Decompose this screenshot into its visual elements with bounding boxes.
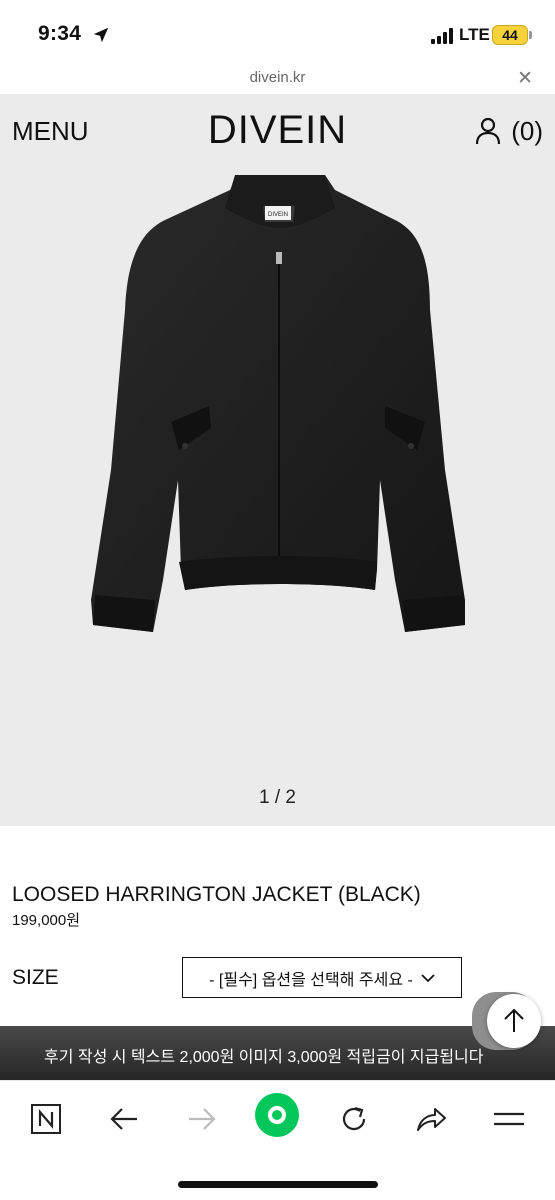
size-select-value[interactable]: - [필수] 옵션을 선택해 주세요 -	[209, 966, 413, 990]
site-logo[interactable]: DIVEIN	[0, 108, 555, 153]
green-dot-icon[interactable]	[267, 1105, 287, 1125]
reload-button[interactable]	[332, 1099, 376, 1139]
green-action-button[interactable]	[255, 1093, 299, 1137]
reload-icon[interactable]	[339, 1104, 369, 1134]
review-banner[interactable]: 후기 작성 시 텍스트 2,000원 이미지 3,000원 적립금이 지급됩니다	[0, 1026, 555, 1080]
user-icon[interactable]	[475, 117, 501, 145]
jacket-product-image: DIVEIN	[91, 175, 465, 632]
naver-icon[interactable]	[30, 1103, 62, 1135]
share-icon[interactable]	[415, 1105, 447, 1133]
network-label: LTE	[459, 25, 490, 44]
scroll-top-button[interactable]	[487, 994, 541, 1048]
menu-icon[interactable]	[493, 1109, 525, 1129]
gallery-pager: 1 / 2	[259, 787, 296, 808]
product-name: LOOSED HARRINGTON JACKET (BLACK)	[12, 883, 421, 906]
battery-icon: 44	[492, 25, 528, 45]
battery-cap	[529, 31, 532, 39]
naver-home-button[interactable]	[24, 1099, 68, 1139]
close-icon[interactable]: ✕	[517, 67, 533, 90]
size-select[interactable]: - [필수] 옵션을 선택해 주세요 -	[182, 957, 462, 998]
menu-toolbar-button[interactable]	[487, 1099, 531, 1139]
home-indicator	[178, 1181, 378, 1188]
url-bar[interactable]: divein.kr ✕	[0, 62, 555, 94]
battery-level: 44	[502, 27, 518, 43]
share-button[interactable]	[409, 1099, 453, 1139]
product-gallery[interactable]: MENU DIVEIN (0) DIVEIN 1 / 2	[0, 94, 555, 826]
back-button[interactable]	[102, 1099, 146, 1139]
cart-count[interactable]: (0)	[511, 116, 543, 147]
forward-button[interactable]	[180, 1099, 224, 1139]
url-text[interactable]: divein.kr	[0, 69, 555, 86]
product-price: 199,000원	[12, 912, 81, 929]
arrow-up-icon[interactable]	[501, 1008, 527, 1034]
size-label: SIZE	[12, 966, 59, 989]
account-cart[interactable]: (0)	[475, 116, 543, 146]
jacket-label-text: DIVEIN	[268, 212, 288, 218]
signal-icon	[431, 28, 455, 44]
chevron-down-icon[interactable]	[421, 973, 435, 983]
location-arrow-icon	[93, 27, 109, 43]
review-banner-text[interactable]: 후기 작성 시 텍스트 2,000원 이미지 3,000원 적립금이 지급됩니다	[44, 1043, 504, 1067]
status-time: 9:34	[38, 22, 82, 45]
forward-arrow-icon[interactable]	[187, 1106, 217, 1132]
back-arrow-icon[interactable]	[109, 1106, 139, 1132]
status-bar: 9:34 LTE 44	[0, 0, 555, 62]
